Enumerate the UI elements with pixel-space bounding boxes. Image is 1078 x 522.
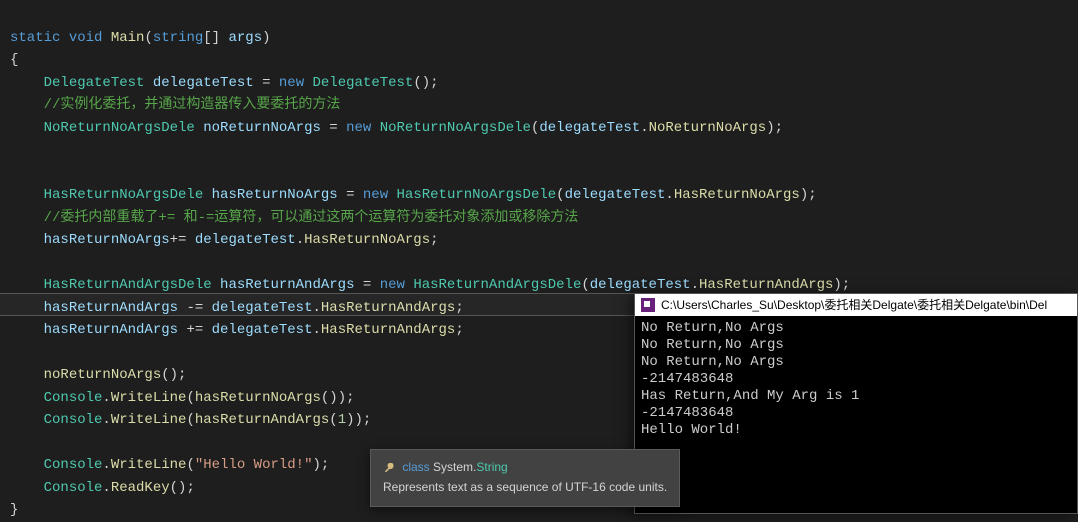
tooltip-namespace: System. bbox=[433, 460, 476, 474]
tooltip-keyword: class bbox=[402, 460, 429, 474]
console-output[interactable]: No Return,No Args No Return,No Args No R… bbox=[635, 316, 1077, 443]
console-line: No Return,No Args bbox=[641, 354, 784, 370]
keyword-static: static bbox=[10, 30, 60, 46]
param-args: args bbox=[229, 30, 263, 46]
console-line: No Return,No Args bbox=[641, 337, 784, 353]
console-line: -2147483648 bbox=[641, 405, 733, 421]
tooltip-type: String bbox=[476, 460, 507, 474]
string-hello: "Hello World!" bbox=[195, 457, 313, 473]
console-line: Hello World! bbox=[641, 422, 742, 438]
brace-open: { bbox=[10, 52, 18, 68]
console-titlebar[interactable]: C:\Users\Charles_Su\Desktop\委托相关Delgate\… bbox=[635, 294, 1077, 316]
console-window[interactable]: C:\Users\Charles_Su\Desktop\委托相关Delgate\… bbox=[634, 293, 1078, 514]
type-delegatetest: DelegateTest bbox=[44, 75, 145, 91]
console-title-text: C:\Users\Charles_Su\Desktop\委托相关Delgate\… bbox=[661, 294, 1047, 316]
console-line: Has Return,And My Arg is 1 bbox=[641, 388, 859, 404]
console-line: No Return,No Args bbox=[641, 320, 784, 336]
method-main: Main bbox=[111, 30, 145, 46]
tooltip-description: Represents text as a sequence of UTF-16 … bbox=[383, 478, 667, 496]
comment-line-2: //委托内部重载了+= 和-=运算符，可以通过这两个运算符为委托对象添加或移除方… bbox=[44, 210, 579, 226]
keyword-string: string bbox=[153, 30, 203, 46]
wrench-icon bbox=[383, 462, 395, 474]
comment-line-1: //实例化委托，并通过构造器传入要委托的方法 bbox=[44, 97, 341, 113]
console-line: -2147483648 bbox=[641, 371, 733, 387]
keyword-void: void bbox=[69, 30, 103, 46]
intellisense-tooltip: class System.String Represents text as a… bbox=[370, 449, 680, 507]
brace-close: } bbox=[10, 502, 18, 518]
console-app-icon bbox=[641, 298, 655, 312]
